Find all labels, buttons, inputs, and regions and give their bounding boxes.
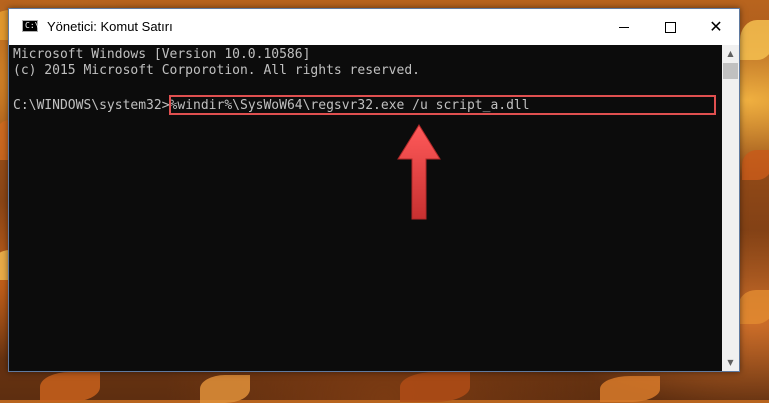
console-line-copyright: (c) 2015 Microsoft Corporotion. All righ… (13, 63, 420, 78)
title-bar[interactable]: C:\ Yönetici: Komut Satırı ✕ (9, 9, 739, 45)
console-app-icon: C:\ (22, 20, 40, 32)
window-title: Yönetici: Komut Satırı (47, 19, 173, 34)
minimize-icon (619, 26, 629, 28)
command-prompt-window: C:\ Yönetici: Komut Satırı ✕ Microsoft W… (8, 8, 740, 372)
scrollbar-thumb[interactable] (723, 63, 738, 79)
command-highlight-box (169, 95, 716, 115)
console-output[interactable]: Microsoft Windows [Version 10.0.10586] (… (9, 45, 722, 371)
close-icon: ✕ (709, 17, 723, 36)
close-button[interactable]: ✕ (693, 9, 739, 45)
scroll-up-arrow-icon[interactable]: ▲ (722, 45, 739, 62)
vertical-scrollbar[interactable]: ▲ ▼ (722, 45, 739, 371)
console-app-icon-label: C:\ (25, 21, 40, 30)
console-line-version: Microsoft Windows [Version 10.0.10586] (13, 47, 311, 62)
console-prompt: C:\WINDOWS\system32> (13, 98, 170, 113)
maximize-button[interactable] (647, 9, 693, 45)
pointer-arrow-icon (397, 124, 441, 220)
minimize-button[interactable] (601, 9, 647, 45)
maximize-icon (664, 21, 676, 33)
scroll-down-arrow-icon[interactable]: ▼ (722, 354, 739, 371)
